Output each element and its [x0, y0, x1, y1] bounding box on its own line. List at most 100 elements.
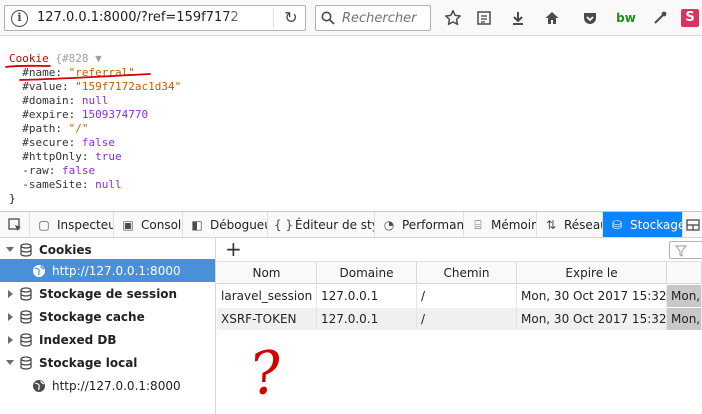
url-separator	[273, 8, 274, 28]
filter-input[interactable]	[669, 241, 702, 259]
dump-property-key: #domain:	[22, 94, 82, 107]
dump-property-line: #expire: 1509374770	[9, 108, 148, 121]
expand-arrow-icon[interactable]	[6, 360, 14, 365]
pocket-icon[interactable]	[578, 6, 602, 30]
dump-property-key: -sameSite:	[22, 178, 96, 191]
devtools-tab-bar: ▢Inspecteur▣Console◧Débogueur{ }Éditeur …	[0, 211, 702, 238]
database-icon	[19, 309, 33, 324]
table-cell: 127.0.0.1	[317, 285, 417, 307]
collapse-arrow-icon[interactable]	[8, 335, 13, 344]
storage-icon: ⛁	[611, 218, 623, 232]
tab-label: Console	[141, 218, 182, 232]
dump-property-key: #name:	[22, 66, 69, 79]
dump-header: Cookie {#828 ▼	[9, 52, 102, 65]
tab-label: Mémoire	[491, 218, 536, 232]
column-header[interactable]: Chemin	[417, 262, 517, 284]
dump-property-line: #value: "159f7172ac1d34"	[9, 80, 181, 93]
tab-inspector[interactable]: ▢ Inspecteur	[30, 212, 114, 237]
tab-console[interactable]: ▣ Console	[114, 212, 183, 237]
inspector-icon: ▢	[38, 218, 50, 232]
table-cell: /	[417, 308, 517, 330]
pick-element-icon[interactable]	[0, 212, 30, 237]
cookie-dump: Cookie {#828 ▼ #name: "referral" #value:…	[9, 52, 181, 206]
collapse-arrow-icon[interactable]	[8, 312, 13, 321]
info-icon[interactable]: i	[11, 10, 28, 27]
tab-style-editor[interactable]: { }Éditeur de style	[268, 212, 375, 237]
sidebar-item-host[interactable]: http://127.0.0.1:8000	[0, 374, 215, 397]
globe-icon	[32, 379, 46, 393]
tab-label: Débogueur	[210, 218, 267, 232]
collapse-arrow-icon[interactable]	[8, 289, 13, 298]
tab-label: Inspecteur	[57, 218, 113, 232]
sidebar-item-label: Stockage cache	[39, 309, 145, 324]
bookmark-star-icon[interactable]	[441, 6, 465, 30]
tab-performance[interactable]: ◔ Performances	[375, 212, 464, 237]
sidebar-item-stockage-local[interactable]: Stockage local	[0, 351, 215, 374]
sidebar-item-stockage-de-session[interactable]: Stockage de session	[0, 282, 215, 305]
layout-toggle-icon[interactable]	[683, 212, 702, 237]
table-cell: 127.0.0.1	[317, 308, 417, 330]
sidebar-item-label: Indexed DB	[39, 332, 117, 347]
table-cell: laravel_session	[217, 285, 317, 307]
dump-property-line: #path: "/"	[9, 122, 88, 135]
table-cell: Mon,	[667, 308, 702, 330]
dump-property-line: #domain: null	[9, 94, 108, 107]
column-header[interactable]: Nom	[217, 262, 317, 284]
dump-property-line: -sameSite: null	[9, 178, 122, 191]
table-cell: XSRF-TOKEN	[217, 308, 317, 330]
dump-property-key: #httpOnly:	[22, 150, 96, 163]
table-row[interactable]: laravel_session 127.0.0.1/Mon, 30 Oct 201…	[217, 285, 702, 307]
column-header[interactable]: Domaine	[317, 262, 417, 284]
sidebar-item-stockage-cache[interactable]: Stockage cache	[0, 305, 215, 328]
performance-icon: ◔	[383, 218, 395, 232]
dump-property-line: #secure: false	[9, 136, 115, 149]
add-cookie-button[interactable]: +	[225, 238, 242, 260]
tab-storage[interactable]: ⛁ Stockage	[603, 212, 683, 237]
sidebar-item-host[interactable]: http://127.0.0.1:8000	[0, 259, 215, 282]
column-header[interactable]	[667, 262, 702, 284]
expand-arrow-icon[interactable]	[6, 247, 14, 252]
tab-label: Éditeur de style	[295, 218, 374, 232]
home-icon[interactable]	[540, 6, 564, 30]
table-cell: Mon,	[667, 285, 702, 307]
url-fade	[225, 8, 255, 28]
tab-label: Performances	[402, 218, 464, 232]
sidebar-item-label: Stockage de session	[39, 286, 178, 301]
tab-memory[interactable]: ⌸ Mémoire	[464, 212, 537, 237]
url-text[interactable]: 127.0.0.1:8000/?ref=159f7172	[37, 10, 251, 25]
sidebar-item-label: Cookies	[39, 242, 92, 257]
bw-extension-icon[interactable]: bw	[614, 6, 638, 30]
s-extension-icon[interactable]: S	[678, 6, 702, 30]
database-icon	[19, 332, 33, 347]
dump-toggle-icon[interactable]: ▼	[95, 52, 102, 65]
globe-icon	[32, 264, 46, 278]
annotation-question-mark: ?	[246, 337, 287, 409]
dump-closing-brace: }	[9, 192, 16, 205]
tab-debugger[interactable]: ◧ Débogueur	[183, 212, 268, 237]
dump-property-line: -raw: false	[9, 164, 95, 177]
sidebar-item-label: Stockage local	[39, 355, 138, 370]
dump-property-key: #value:	[22, 80, 76, 93]
search-bar[interactable]: Rechercher	[315, 5, 431, 31]
dump-property-value: "159f7172ac1d34"	[75, 80, 182, 93]
dump-property-value: null	[95, 178, 122, 191]
reload-icon[interactable]: ↻	[281, 8, 301, 28]
eyedropper-icon[interactable]	[648, 6, 672, 30]
download-icon[interactable]	[506, 6, 530, 30]
sidebar-item-indexed-db[interactable]: Indexed DB	[0, 328, 215, 351]
tab-network[interactable]: ⇅ Réseau	[537, 212, 603, 237]
dump-property-value: false	[62, 164, 96, 177]
url-bar[interactable]: i 127.0.0.1:8000/?ref=159f7172 ↻	[4, 5, 306, 31]
style-editor-icon: { }	[274, 218, 294, 232]
debugger-icon: ◧	[191, 218, 203, 232]
dump-property-key: #secure:	[22, 136, 82, 149]
dump-property-value: "referral"	[68, 66, 135, 79]
sidebar-item-cookies[interactable]: Cookies	[0, 238, 215, 261]
tab-label: Stockage	[630, 218, 683, 232]
table-row[interactable]: XSRF-TOKEN 127.0.0.1/Mon, 30 Oct 2017 15:…	[217, 308, 702, 330]
database-icon	[19, 355, 33, 370]
network-icon: ⇅	[545, 218, 557, 232]
column-header[interactable]: Expire le	[517, 262, 667, 284]
dump-property-value: null	[81, 94, 109, 107]
reading-list-icon[interactable]	[472, 6, 496, 30]
